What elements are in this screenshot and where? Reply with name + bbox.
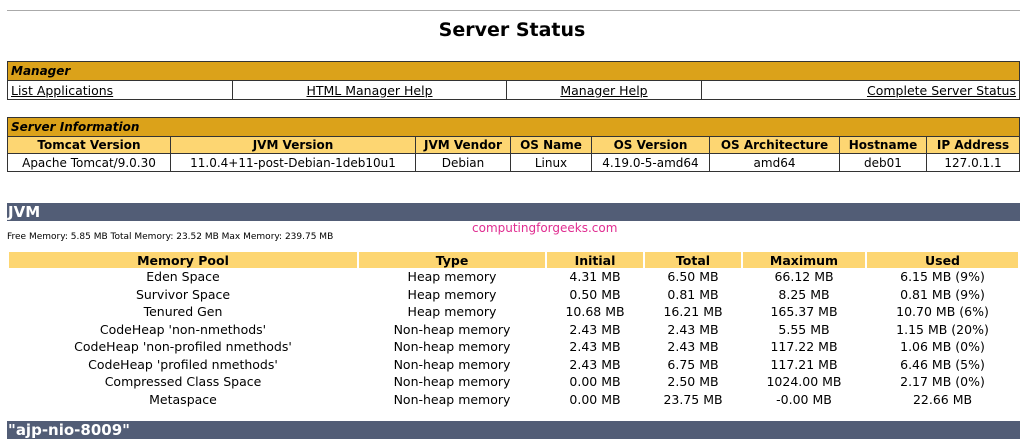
pool-maximum-cell: -0.00 MB: [776, 391, 832, 407]
html-manager-help-link[interactable]: HTML Manager Help: [306, 83, 432, 98]
top-divider: [7, 10, 1020, 11]
manager-table: Manager List Applications HTML Manager H…: [7, 61, 1020, 100]
memory-summary: Free Memory: 5.85 MB Total Memory: 23.52…: [7, 232, 334, 242]
os-version-value: 4.19.0-5-amd64: [591, 153, 710, 172]
pool-used-cell: 2.17 MB (0%): [900, 374, 985, 390]
pool-initial-cell: 2.43 MB: [569, 321, 621, 337]
pool-name-cell: Metaspace: [149, 391, 217, 407]
manager-help-link[interactable]: Manager Help: [560, 83, 647, 98]
column-header: JVM Version: [170, 136, 416, 154]
pool-name-cell: Eden Space: [146, 269, 220, 285]
table-row: CodeHeap 'non-profiled nmethods' Non-heap…: [9, 338, 1018, 356]
column-header: JVM Vendor: [415, 136, 511, 154]
column-header: IP Address: [926, 136, 1020, 154]
pool-initial-cell: 2.43 MB: [569, 356, 621, 372]
column-header: Used: [867, 252, 1018, 268]
pool-type-cell: Non-heap memory: [393, 356, 511, 372]
pool-initial-cell: 4.31 MB: [569, 269, 621, 285]
pool-maximum-cell: 66.12 MB: [774, 269, 834, 285]
pool-name-cell: Tenured Gen: [143, 304, 223, 320]
table-row: Survivor Space Heap memory 0.50 MB 0.81 MB 8…: [9, 286, 1018, 304]
pool-type-cell: Non-heap memory: [393, 339, 511, 355]
pool-name-cell: Survivor Space: [135, 286, 231, 302]
pool-name-cell: CodeHeap 'profiled nmethods': [88, 356, 278, 372]
column-header: Type: [359, 252, 545, 268]
pool-used-cell: 10.70 MB (6%): [896, 304, 989, 320]
column-header: OS Architecture: [709, 136, 840, 154]
pool-total-cell: 2.50 MB: [667, 374, 719, 390]
column-header: Maximum: [743, 252, 865, 268]
server-info-heading: Server Information: [7, 117, 1020, 137]
list-applications-link[interactable]: List Applications: [11, 83, 113, 98]
column-header: OS Version: [591, 136, 710, 154]
pool-maximum-cell: 8.25 MB: [778, 286, 830, 302]
pool-total-cell: 2.43 MB: [667, 321, 719, 337]
pool-used-cell: 1.15 MB (20%): [896, 321, 989, 337]
server-info-table: Server Information Tomcat Version JVM Ve…: [7, 117, 1020, 172]
table-row: Compressed Class Space Non-heap memory 0.0…: [9, 373, 1018, 391]
pool-name-cell: Compressed Class Space: [104, 374, 262, 390]
pool-used-cell: 6.15 MB (9%): [900, 269, 985, 285]
connector-heading: "ajp-nio-8009": [7, 421, 1020, 439]
column-header: Total: [645, 252, 741, 268]
pool-total-cell: 23.75 MB: [663, 391, 723, 407]
pool-type-cell: Heap memory: [407, 269, 497, 285]
column-header: Initial: [547, 252, 643, 268]
manager-link-cell: HTML Manager Help: [232, 80, 507, 100]
column-header: Memory Pool: [9, 252, 357, 268]
jvm-vendor-value: Debian: [415, 153, 511, 172]
table-row: Eden Space Heap memory 4.31 MB 6.50 MB 66.12…: [9, 268, 1018, 286]
pool-used-cell: 0.81 MB (9%): [900, 286, 985, 302]
pool-maximum-cell: 165.37 MB: [770, 304, 838, 320]
pool-maximum-cell: 5.55 MB: [778, 321, 830, 337]
watermark: computingforgeeks.com: [472, 221, 618, 235]
pool-type-cell: Heap memory: [407, 286, 497, 302]
table-row: Metaspace Non-heap memory 0.00 MB 23.75 MB -…: [9, 391, 1018, 409]
ip-address-value: 127.0.1.1: [926, 153, 1020, 172]
manager-link-cell: List Applications: [7, 80, 233, 100]
manager-link-cell: Manager Help: [506, 80, 702, 100]
jvm-version-value: 11.0.4+11-post-Debian-1deb10u1: [170, 153, 416, 172]
column-header: OS Name: [510, 136, 592, 154]
pool-used-cell: 22.66 MB: [912, 391, 973, 407]
complete-server-status-link[interactable]: Complete Server Status: [867, 83, 1016, 98]
pool-type-cell: Non-heap memory: [393, 391, 511, 407]
pool-type-cell: Non-heap memory: [393, 321, 511, 337]
table-row: CodeHeap 'non-nmethods' Non-heap memory 2.…: [9, 321, 1018, 339]
pool-total-cell: 0.81 MB: [667, 286, 719, 302]
pool-name-cell: CodeHeap 'non-nmethods': [99, 321, 267, 337]
pool-maximum-cell: 1024.00 MB: [766, 374, 842, 390]
column-header: Hostname: [839, 136, 927, 154]
pool-used-cell: 1.06 MB (0%): [900, 339, 985, 355]
os-architecture-value: amd64: [709, 153, 840, 172]
pool-used-cell: 6.46 MB (5%): [900, 356, 985, 372]
jvm-heading: JVM: [7, 203, 1020, 221]
table-row: Tenured Gen Heap memory 10.68 MB 16.21 MB 16…: [9, 303, 1018, 321]
pool-initial-cell: 0.00 MB: [569, 374, 621, 390]
tomcat-version-value: Apache Tomcat/9.0.30: [7, 153, 171, 172]
pool-total-cell: 16.21 MB: [663, 304, 723, 320]
table-row: CodeHeap 'profiled nmethods' Non-heap mem…: [9, 356, 1018, 374]
memory-pool-table: Memory Pool Type Initial Total Maximum U…: [7, 252, 1020, 408]
manager-link-cell: Complete Server Status: [701, 80, 1020, 100]
pool-initial-cell: 10.68 MB: [565, 304, 625, 320]
pool-name-cell: CodeHeap 'non-profiled nmethods': [74, 339, 292, 355]
pool-initial-cell: 0.00 MB: [569, 391, 621, 407]
pool-maximum-cell: 117.22 MB: [770, 339, 838, 355]
hostname-value: deb01: [839, 153, 927, 172]
memory-pool-rows: Eden Space Heap memory 4.31 MB 6.50 MB 66.12…: [9, 268, 1018, 408]
os-name-value: Linux: [510, 153, 592, 172]
manager-heading: Manager: [7, 61, 1020, 81]
pool-total-cell: 2.43 MB: [667, 339, 719, 355]
pool-total-cell: 6.50 MB: [667, 269, 719, 285]
page-title: Server Status: [438, 19, 586, 41]
pool-total-cell: 6.75 MB: [667, 356, 719, 372]
pool-type-cell: Heap memory: [407, 304, 497, 320]
pool-maximum-cell: 117.21 MB: [770, 356, 838, 372]
column-header: Tomcat Version: [7, 136, 171, 154]
pool-initial-cell: 0.50 MB: [569, 286, 621, 302]
pool-initial-cell: 2.43 MB: [569, 339, 621, 355]
pool-type-cell: Non-heap memory: [393, 374, 511, 390]
